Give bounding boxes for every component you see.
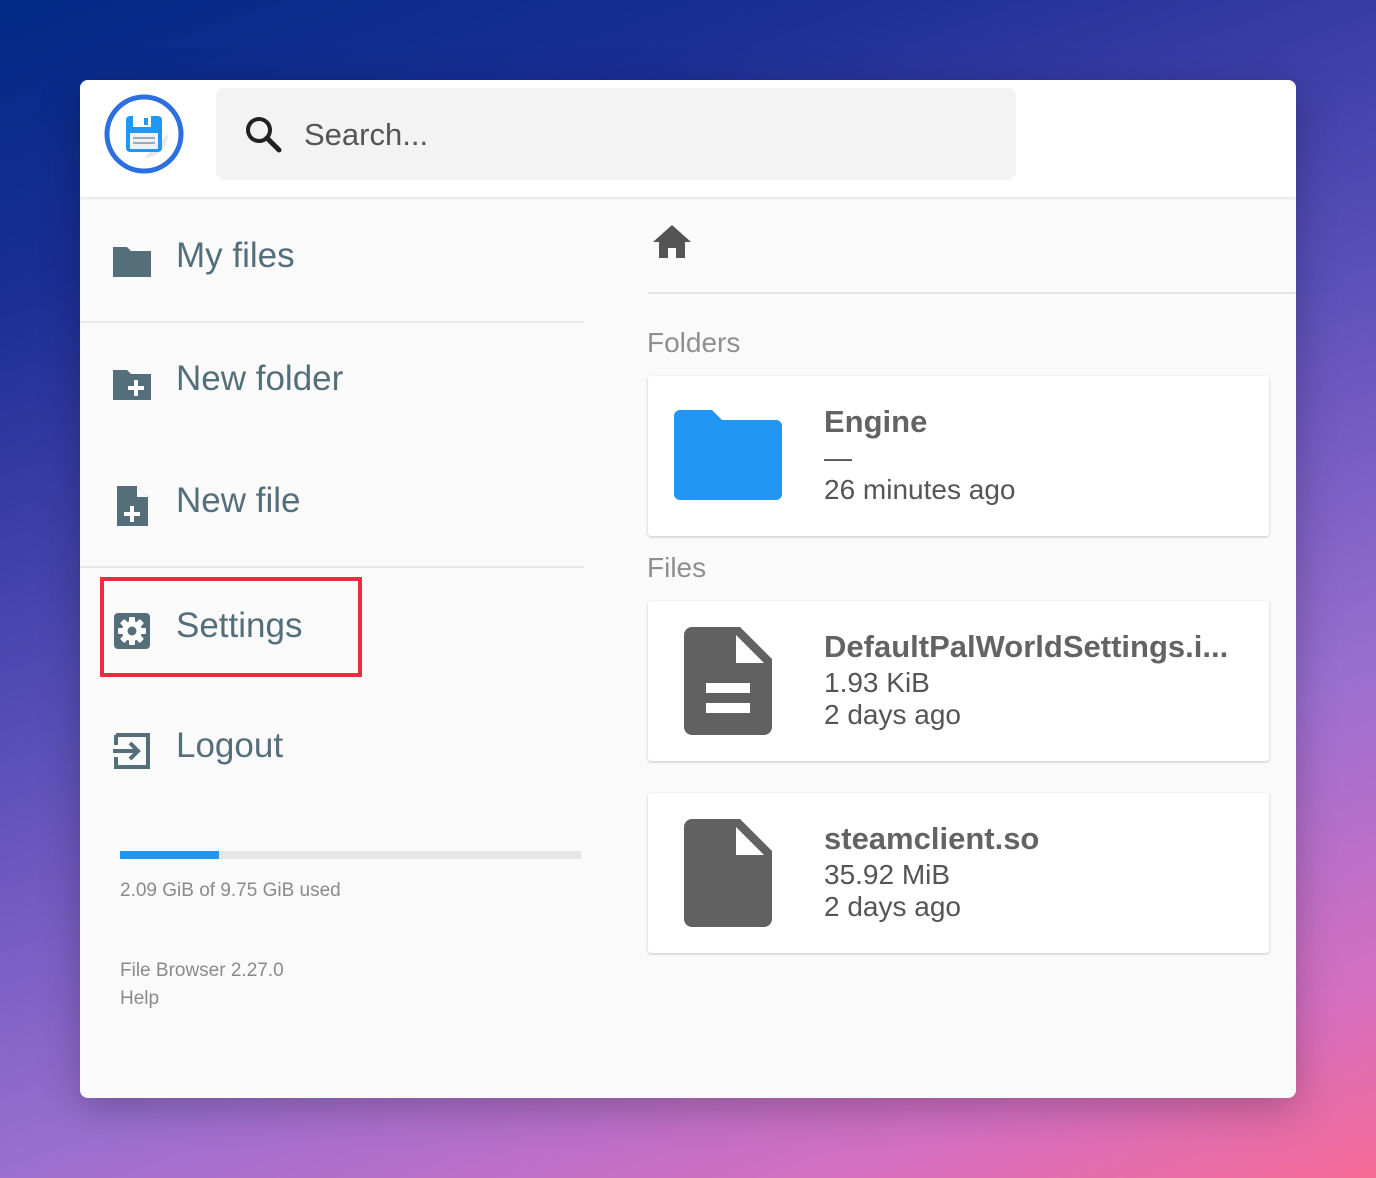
folders-section-title: Folders — [647, 327, 741, 358]
sidebar-item-new-file[interactable]: New file — [100, 469, 580, 539]
folder-icon — [110, 239, 154, 283]
sidebar-item-my-files[interactable]: My files — [100, 224, 580, 294]
search-bar[interactable] — [216, 88, 1016, 180]
storage-usage-bar — [120, 851, 581, 859]
file-plus-icon — [110, 484, 154, 528]
folder-plus-icon — [110, 362, 154, 406]
files-section-title: Files — [647, 552, 707, 583]
item-name: Engine — [824, 404, 928, 439]
home-icon[interactable] — [650, 220, 694, 264]
search-input[interactable] — [302, 110, 986, 160]
item-name: DefaultPalWorldSettings.i... — [824, 629, 1229, 664]
sidebar-divider — [80, 566, 584, 568]
storage-usage-fill — [120, 851, 219, 859]
header — [80, 80, 1296, 197]
app-logo-icon[interactable] — [104, 94, 184, 174]
sidebar-item-label: New folder — [176, 359, 344, 398]
item-size: 1.93 KiB — [824, 667, 930, 698]
item-modified: 26 minutes ago — [824, 474, 1016, 505]
item-modified: 2 days ago — [824, 699, 961, 730]
file-icon — [684, 819, 772, 932]
sidebar-item-logout[interactable]: Logout — [100, 714, 580, 784]
file-card[interactable]: DefaultPalWorldSettings.i... 1.93 KiB 2 … — [648, 601, 1269, 761]
logout-icon — [110, 729, 154, 773]
folder-card-engine[interactable]: Engine — 26 minutes ago — [648, 376, 1269, 536]
sidebar-item-label: Logout — [176, 726, 284, 765]
settings-highlight-box — [100, 577, 362, 677]
help-link[interactable]: Help — [120, 988, 159, 1010]
sidebar-item-label: New file — [176, 481, 301, 520]
file-card[interactable]: steamclient.so 35.92 MiB 2 days ago — [648, 793, 1269, 953]
item-name: steamclient.so — [824, 821, 1040, 856]
item-size: 35.92 MiB — [824, 859, 951, 890]
sidebar-item-new-folder[interactable]: New folder — [100, 347, 580, 417]
document-icon — [684, 627, 772, 740]
folder-icon — [674, 410, 782, 505]
sidebar-item-label: My files — [176, 236, 295, 275]
app-window: My files New folder New file — [80, 80, 1296, 1098]
storage-usage-text: 2.09 GiB of 9.75 GiB used — [120, 880, 341, 901]
version-link[interactable]: File Browser 2.27.0 — [120, 960, 284, 982]
item-size: — — [824, 442, 852, 473]
breadcrumb-divider — [648, 292, 1296, 294]
item-modified: 2 days ago — [824, 891, 961, 922]
search-icon — [244, 115, 282, 153]
sidebar-divider — [80, 321, 584, 323]
